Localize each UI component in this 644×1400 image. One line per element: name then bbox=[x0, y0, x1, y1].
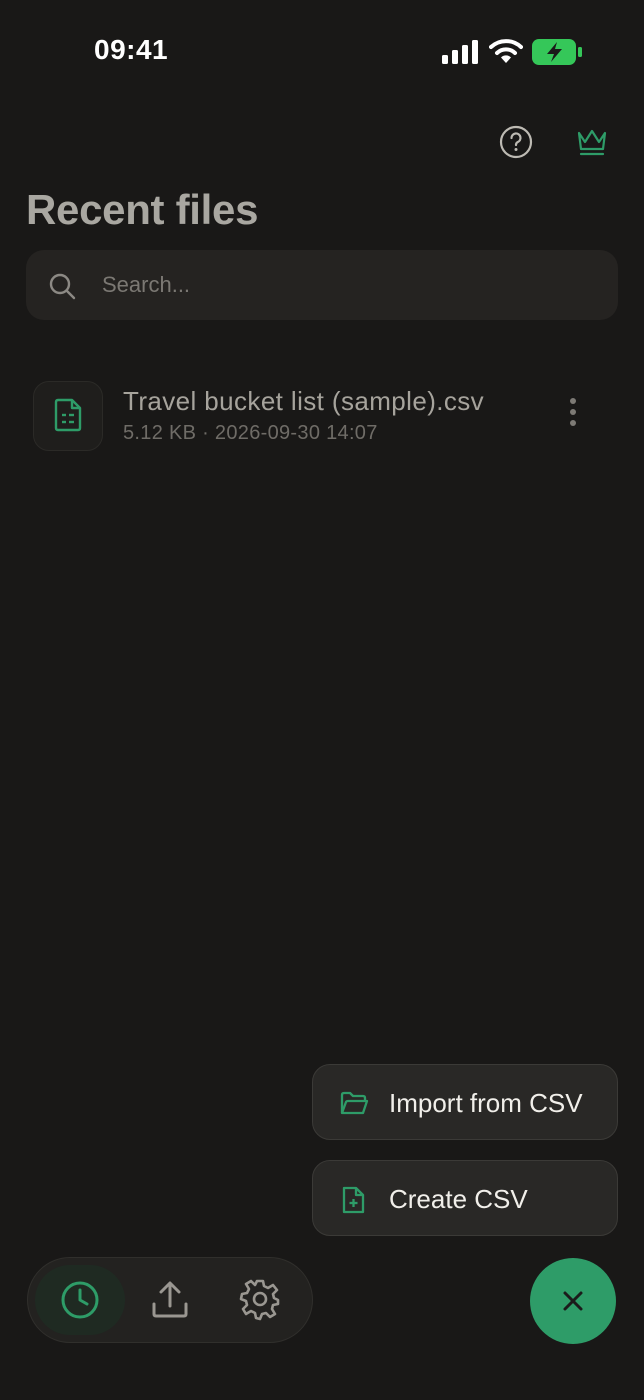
page-title: Recent files bbox=[26, 186, 259, 233]
clock-icon bbox=[61, 1281, 99, 1319]
import-label: Import from CSV bbox=[389, 1088, 583, 1118]
upload-icon[interactable] bbox=[148, 1278, 192, 1322]
csv-file-icon bbox=[54, 398, 82, 432]
search-icon bbox=[49, 273, 76, 300]
create-label: Create CSV bbox=[389, 1184, 528, 1214]
folder-open-icon bbox=[340, 1091, 369, 1115]
crown-icon[interactable] bbox=[575, 125, 609, 157]
close-icon bbox=[563, 1291, 583, 1311]
search-input[interactable] bbox=[102, 264, 582, 306]
wifi-icon bbox=[489, 39, 523, 63]
file-plus-icon bbox=[342, 1186, 365, 1214]
nav-recent-button[interactable] bbox=[35, 1265, 125, 1335]
file-name[interactable]: Travel bucket list (sample).csv bbox=[123, 386, 484, 417]
status-time: 09:41 bbox=[94, 34, 169, 65]
gear-icon[interactable] bbox=[238, 1277, 282, 1321]
file-meta: 5.12 KB · 2026-09-30 14:07 bbox=[123, 422, 378, 444]
create-csv-button[interactable]: Create CSV bbox=[312, 1160, 618, 1236]
import-from-csv-button[interactable]: Import from CSV bbox=[312, 1064, 618, 1140]
cellular-signal-icon bbox=[442, 40, 478, 64]
more-options-icon[interactable] bbox=[560, 398, 586, 434]
close-fab-button[interactable] bbox=[530, 1258, 616, 1344]
file-thumbnail[interactable] bbox=[33, 381, 103, 451]
help-icon[interactable] bbox=[498, 124, 534, 160]
battery-charging-icon bbox=[532, 39, 582, 65]
